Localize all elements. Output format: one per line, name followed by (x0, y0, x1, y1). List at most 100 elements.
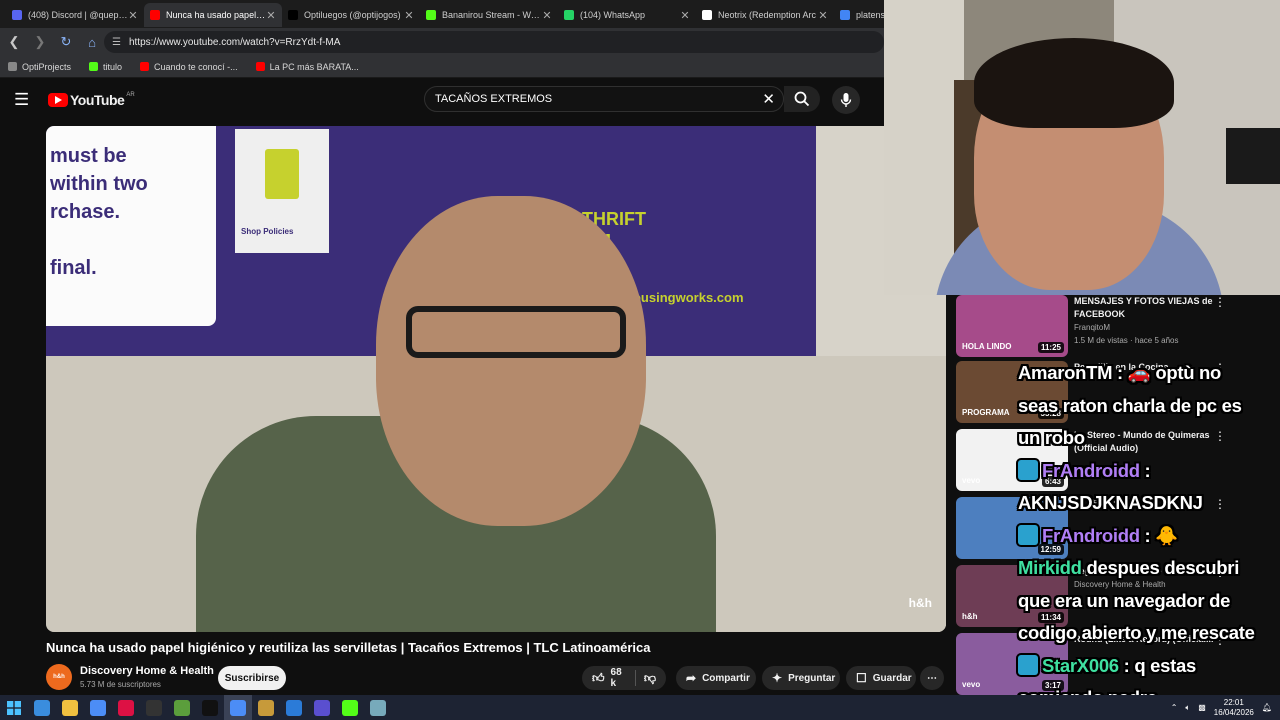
thumbnail-overlay-text: h&h (962, 612, 978, 621)
notification-bell-icon[interactable]: 🔔︎ (1262, 703, 1272, 712)
tab-close-icon[interactable]: ✕ (128, 9, 138, 22)
like-divider (634, 670, 636, 686)
tab-title: Neotrix (Redemption Arc (718, 10, 817, 20)
channel-name[interactable]: Discovery Home & Health (80, 665, 214, 677)
tab-close-icon[interactable]: ✕ (266, 9, 276, 22)
app-icon (62, 699, 78, 716)
more-actions-button[interactable]: ⋯ (920, 666, 944, 690)
taskbar-app-icon[interactable] (56, 695, 84, 720)
like-dislike-group: 👍︎ 68 k 👎︎ (582, 666, 666, 690)
chat-line: FrAndroidd : (1018, 454, 1151, 488)
taskbar-app-icon[interactable] (140, 695, 168, 720)
taskbar-app-icon[interactable] (224, 695, 252, 720)
clear-search-icon[interactable]: ✕ (762, 90, 775, 108)
start-button[interactable] (0, 695, 28, 720)
windows-taskbar: ⌃ 🔈︎ ▩ 22:01 16/04/2026 🔔︎ (0, 695, 1280, 720)
youtube-logo[interactable]: YouTube AR (48, 92, 135, 108)
voice-search-button[interactable] (832, 86, 860, 114)
taskbar-app-icon[interactable] (336, 695, 364, 720)
recommendation-item[interactable]: HOLA LINDO 11:25 MENSAJES Y FOTOS VIEJAS d… (956, 295, 1266, 359)
bookmark-label: OptiProjects (22, 61, 72, 72)
browser-tab[interactable]: Nunca ha usado papel hig ✕ (144, 3, 282, 27)
tab-close-icon[interactable]: ✕ (404, 9, 414, 22)
chat-username: StarX006 (1042, 654, 1119, 676)
tab-close-icon[interactable]: ✕ (818, 9, 828, 22)
browser-tab[interactable]: (104) WhatsApp ✕ (558, 3, 696, 27)
site-info-icon[interactable]: ☰ (112, 37, 121, 48)
search-input[interactable]: TACAÑOS EXTREMOS ✕ (424, 86, 784, 112)
app-icon (202, 699, 218, 716)
bookmark-item[interactable]: OptiProjects (8, 62, 71, 72)
thumbnail-overlay-text: vevo (962, 680, 981, 689)
recommendation-thumbnail[interactable]: HOLA LINDO 11:25 (956, 295, 1068, 357)
thumbnail-overlay-text: vevo (962, 476, 981, 485)
dislike-icon[interactable]: 👎︎ (644, 671, 656, 686)
app-icon (342, 699, 358, 716)
youtube-header: ☰ YouTube AR TACAÑOS EXTREMOS ✕ (0, 80, 960, 120)
share-icon: ➦ (686, 671, 697, 685)
tab-close-icon[interactable]: ✕ (680, 9, 690, 22)
volume-icon[interactable]: 🔈︎ (1185, 703, 1190, 713)
chat-line: un robo (1018, 421, 1085, 455)
taskbar-clock[interactable]: 22:01 16/04/2026 (1214, 698, 1254, 718)
browser-tab[interactable]: Neotrix (Redemption Arc ✕ (696, 3, 834, 27)
tab-favicon-icon (150, 10, 160, 20)
chat-line: AmaronTM : 🚗 optù no (1018, 356, 1221, 390)
like-icon[interactable]: 👍︎ (592, 671, 605, 686)
taskbar-app-icon[interactable] (364, 695, 392, 720)
video-player[interactable]: must be within two rchase. final. Shop Poli… (46, 126, 946, 632)
recommendation-title[interactable]: MENSAJES Y FOTOS VIEJAS de FACEBOOK (1074, 295, 1214, 321)
more-options-icon[interactable]: ⋮ (1214, 295, 1226, 309)
taskbar-apps (28, 695, 392, 720)
home-button[interactable]: ⌂ (80, 30, 104, 54)
ask-label: Preguntar (788, 672, 836, 684)
subscribe-button[interactable]: Suscribirse (218, 666, 286, 690)
forward-button[interactable]: ❯ (28, 30, 52, 54)
chat-username: FrAndroidd (1042, 524, 1140, 546)
webcam-person-hair (974, 38, 1174, 128)
app-icon (174, 699, 190, 716)
more-icon: ⋯ (927, 672, 937, 684)
search-button[interactable] (784, 86, 820, 112)
browser-tab[interactable]: Bananirou Stream - Watc ✕ (420, 3, 558, 27)
taskbar-app-icon[interactable] (112, 695, 140, 720)
chat-line: StarX006 : q estas (1018, 649, 1196, 683)
browser-tab[interactable]: Optiluegos (@optijogos) ✕ (282, 3, 420, 27)
taskbar-app-icon[interactable] (308, 695, 336, 720)
like-count[interactable]: 68 k (611, 667, 627, 689)
chat-message: : (1139, 459, 1151, 481)
recommendation-channel[interactable]: FranqitoM (1074, 321, 1214, 334)
share-button[interactable]: ➦ Compartir (676, 666, 756, 690)
video-duration: 11:25 (1037, 342, 1064, 353)
network-icon[interactable]: ▩ (1198, 703, 1206, 712)
taskbar-app-icon[interactable] (280, 695, 308, 720)
taskbar-app-icon[interactable] (84, 695, 112, 720)
bookmark-item[interactable]: Cuando te conocí -... (140, 62, 238, 72)
ask-button[interactable]: ✦ Preguntar (762, 666, 840, 690)
taskbar-app-icon[interactable] (168, 695, 196, 720)
microphone-icon (840, 93, 852, 107)
chat-message: : 🚗 optù no (1112, 362, 1222, 383)
tab-close-icon[interactable]: ✕ (542, 9, 552, 22)
bookmark-item[interactable]: titulo (89, 62, 122, 72)
channel-avatar[interactable]: h&h (46, 664, 72, 690)
address-bar[interactable]: ☰ https://www.youtube.com/watch?v=RrzYdt… (104, 31, 884, 53)
taskbar-app-icon[interactable] (28, 695, 56, 720)
save-button[interactable]: ☐ Guardar (846, 666, 916, 690)
tab-title: Optiluegos (@optijogos) (304, 10, 401, 20)
video-sign-line: final. (50, 257, 97, 279)
tab-title: (104) WhatsApp (580, 10, 646, 20)
bookmark-favicon-icon (140, 62, 150, 71)
reload-button[interactable]: ↻ (54, 30, 78, 54)
video-shop-policies-sign: Shop Policies (232, 126, 332, 256)
taskbar-app-icon[interactable] (196, 695, 224, 720)
app-icon (90, 699, 106, 716)
taskbar-app-icon[interactable] (252, 695, 280, 720)
browser-tab[interactable]: (408) Discord | @quepcco ✕ (6, 3, 144, 27)
menu-icon[interactable]: ☰ (14, 90, 34, 110)
tray-chevron-icon[interactable]: ⌃ (1171, 703, 1178, 712)
bookmark-item[interactable]: La PC más BARATA... (255, 62, 359, 72)
country-code: AR (126, 92, 135, 98)
back-button[interactable]: ❮ (2, 30, 26, 54)
video-sign-line: must be (50, 145, 127, 167)
